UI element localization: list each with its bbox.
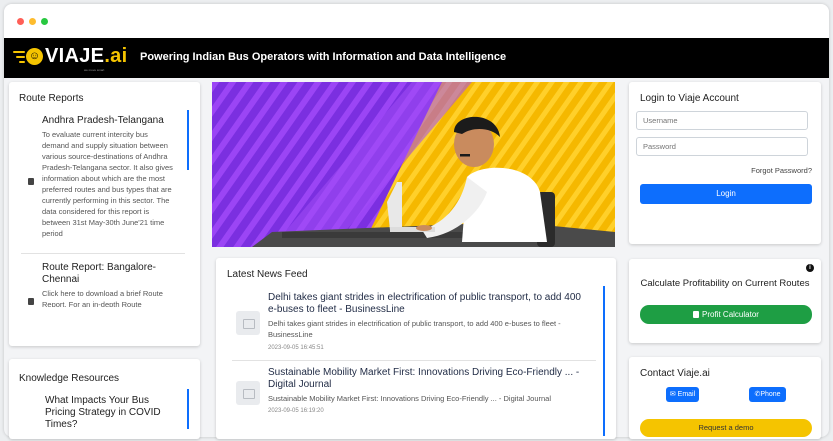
phone-button[interactable]: ✆Phone xyxy=(749,387,786,402)
contact-title: Contact Viaje.ai xyxy=(640,368,710,379)
request-demo-button[interactable]: Request a demo xyxy=(640,419,812,437)
login-title: Login to Viaje Account xyxy=(640,93,739,104)
profit-title: Calculate Profitability on Current Route… xyxy=(640,278,810,289)
knowledge-scrollbar[interactable] xyxy=(187,389,189,429)
close-window-dot[interactable] xyxy=(17,18,24,25)
maximize-window-dot[interactable] xyxy=(41,18,48,25)
window-chrome xyxy=(4,4,829,38)
knowledge-item-title[interactable]: What Impacts Your Bus Pricing Strategy i… xyxy=(45,395,165,431)
news-item[interactable]: Sustainable Mobility Market First: Innov… xyxy=(232,366,592,426)
route-report-item[interactable]: Andhra Pradesh-Telangana To evaluate cur… xyxy=(42,115,174,239)
news-headline[interactable]: Delhi takes giant strides in electrifica… xyxy=(268,292,588,316)
news-feed-title: Latest News Feed xyxy=(227,269,308,280)
login-button[interactable]: Login xyxy=(640,184,812,204)
document-icon xyxy=(28,178,34,185)
email-button[interactable]: ✉ Email xyxy=(666,387,699,402)
profit-card: i Calculate Profitability on Current Rou… xyxy=(629,259,821,343)
login-card: Login to Viaje Account xyxy=(629,82,821,244)
logo-tagline: we move smart xyxy=(84,68,105,72)
route-reports-scrollbar[interactable] xyxy=(187,110,189,170)
hero-banner xyxy=(212,82,615,247)
route-report-title[interactable]: Andhra Pradesh-Telangana xyxy=(42,115,174,127)
info-icon[interactable]: i xyxy=(806,264,814,272)
speed-lines-icon xyxy=(13,51,25,66)
knowledge-resources-card: Knowledge Resources What Impacts Your Bu… xyxy=(9,359,200,439)
news-divider xyxy=(232,360,596,361)
route-report-description: To evaluate current intercity bus demand… xyxy=(42,130,173,238)
email-icon: ✉ xyxy=(669,391,676,398)
forgot-password-link[interactable]: Forgot Password? xyxy=(732,166,812,175)
minimize-window-dot[interactable] xyxy=(29,18,36,25)
phone-label: Phone xyxy=(760,391,781,398)
news-date: 2023-09-05 16:45:51 xyxy=(268,345,324,351)
password-input[interactable] xyxy=(636,137,808,156)
news-snippet: Delhi takes giant strides in electrifica… xyxy=(268,319,561,339)
document-icon xyxy=(28,298,34,305)
site-header: ☺ VIAJE.ai we move smart Powering Indian… xyxy=(4,38,829,78)
image-placeholder-icon xyxy=(236,381,260,405)
news-headline[interactable]: Sustainable Mobility Market First: Innov… xyxy=(268,367,588,391)
calculator-icon xyxy=(693,311,700,318)
route-reports-title: Route Reports xyxy=(19,93,84,104)
image-placeholder-icon xyxy=(236,311,260,335)
smile-logo-icon: ☺ xyxy=(26,48,43,65)
news-snippet: Sustainable Mobility Market First: Innov… xyxy=(268,394,552,403)
username-input[interactable] xyxy=(636,111,808,130)
news-date: 2023-09-05 16:19:20 xyxy=(268,408,324,414)
hero-illustration xyxy=(212,82,615,247)
news-scrollbar[interactable] xyxy=(603,286,605,436)
profit-calculator-button[interactable]: Profit Calculator xyxy=(640,305,812,324)
route-report-title[interactable]: Route Report: Bangalore-Chennai xyxy=(42,262,174,286)
route-report-description: Click here to download a brief Route Rep… xyxy=(42,289,163,307)
email-label: Email xyxy=(677,391,696,398)
viaje-logo[interactable]: ☺ VIAJE.ai we move smart xyxy=(4,38,128,78)
logo-wordmark: VIAJE.ai xyxy=(45,45,128,67)
knowledge-resources-title: Knowledge Resources xyxy=(19,373,120,384)
news-item[interactable]: Delhi takes giant strides in electrifica… xyxy=(232,290,592,351)
route-divider xyxy=(21,253,185,254)
route-report-item[interactable]: Route Report: Bangalore-Chennai Click he… xyxy=(42,262,174,307)
profit-calculator-label: Profit Calculator xyxy=(702,310,759,319)
header-tagline: Powering Indian Bus Operators with Infor… xyxy=(140,51,507,63)
